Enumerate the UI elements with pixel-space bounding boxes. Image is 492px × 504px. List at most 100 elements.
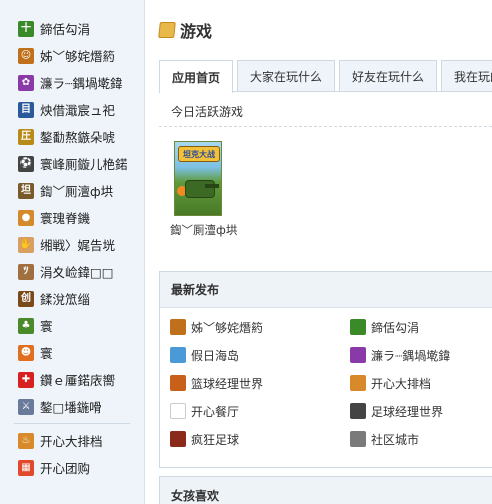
latest-game-item[interactable]: 开心餐厅 xyxy=(170,402,350,420)
crazy-soccer-icon xyxy=(170,431,186,447)
green-sprout-icon xyxy=(350,319,366,335)
latest-game-item[interactable]: 疯狂足球 xyxy=(170,430,350,448)
sidebar-item-label: 炴借濈宸ュ祀 xyxy=(40,103,116,118)
latest-game-label: 姊﹀够姹熸箹 xyxy=(191,320,264,335)
latest-game-item[interactable]: 篮球经理世界 xyxy=(170,374,350,392)
girls-like-panel: 女孩喜欢 xyxy=(159,476,492,504)
game-box-icon xyxy=(158,22,176,38)
sidebar: 十鍗佸勾涓 ☺ 姊﹀够姹熸箹 ✿ 濂ラ┈鍝堝墘鍏目炴借濈宸ュ祀圧鏊勫熬鏃朵唬 ⚽ 寰峰厠鏇儿… xyxy=(0,0,145,504)
sidebar-item-label: 寰 xyxy=(40,319,53,334)
green-sprout-icon: 十 xyxy=(18,20,34,37)
page-header: 游戏 xyxy=(158,18,213,42)
cat-icon: ﾂ xyxy=(18,263,34,280)
latest-game-label: 足球经理世界 xyxy=(371,404,444,419)
tab-my-games[interactable]: 我在玩的 xyxy=(441,60,492,91)
latest-game-label: 鍗佸勾涓 xyxy=(371,320,420,335)
latest-game-item[interactable]: 假日海岛 xyxy=(170,346,350,364)
seedling-icon: ♣ xyxy=(18,317,34,334)
sidebar-item[interactable]: 十鍗佸勾涓 xyxy=(0,15,144,42)
page-title: 游戏 xyxy=(180,22,213,41)
basketball-icon xyxy=(170,375,186,391)
latest-game-label: 社区城市 xyxy=(371,432,420,447)
latest-game-label: 篮球经理世界 xyxy=(191,376,264,391)
game-caption[interactable]: 鍧﹀厠澶ф垬 xyxy=(170,222,254,238)
latest-game-label: 疯狂足球 xyxy=(191,432,240,447)
sidebar-item-label: 开心大排档 xyxy=(40,434,103,449)
sidebar-item[interactable]: ✋ 缃戦〉娓告垙 xyxy=(0,231,144,258)
yellow-badge-icon: 圧 xyxy=(18,128,34,145)
sidebar-item[interactable]: 目炴借濈宸ュ祀 xyxy=(0,96,144,123)
cute-face-icon: ☻ xyxy=(18,344,34,361)
featured-game[interactable]: 坦克大战 鍧﹀厠澶ф垬 xyxy=(170,141,254,238)
hand-icon: ✋ xyxy=(18,236,34,253)
island-icon xyxy=(170,347,186,363)
group-buy-icon: ▦ xyxy=(18,459,34,476)
restaurant-icon xyxy=(170,403,186,419)
purple-flower-icon xyxy=(350,347,366,363)
sidebar-item[interactable]: 圧鏊勫熬鏃朵唬 xyxy=(0,123,144,150)
blue-book-icon: 目 xyxy=(18,101,34,118)
sidebar-item[interactable]: ▦ 开心团购 xyxy=(0,454,144,481)
sidebar-item-label: 鍧﹀厠澶ф垬 xyxy=(40,184,114,199)
sidebar-item-label: 开心团购 xyxy=(40,461,91,476)
latest-releases-heading: 最新发布 xyxy=(160,272,492,308)
sidebar-item-label: 寰 xyxy=(40,346,53,361)
latest-game-item[interactable]: 足球经理世界 xyxy=(350,402,490,420)
soccer-ball-icon xyxy=(350,403,366,419)
tab-everyone-playing[interactable]: 大家在玩什么 xyxy=(237,60,336,91)
girls-like-heading: 女孩喜欢 xyxy=(171,488,220,503)
game-character-icon xyxy=(170,319,186,335)
sidebar-item[interactable]: ⚔ 鏊□墦鍦嗗 xyxy=(0,393,144,420)
latest-releases-panel: 最新发布 姊﹀够姹熸箹 鍗佸勾涓假日海岛 濂ラ┈鍝堝墘鍏篮球经理世界 开心大排档 开心餐… xyxy=(159,271,492,468)
tank-barrel-graphic xyxy=(205,184,219,188)
purple-flower-icon: ✿ xyxy=(18,74,34,91)
divider xyxy=(159,126,492,127)
latest-game-item[interactable]: 鍗佸勾涓 xyxy=(350,318,490,336)
latest-game-item[interactable]: 开心大排档 xyxy=(350,374,490,392)
main-content: 游戏 应用首页 大家在玩什么 好友在玩什么 我在玩的 今日活跃游戏 坦克大战 鍧… xyxy=(145,0,492,504)
sidebar-item-label: 鍒涗笟缁 xyxy=(40,292,91,307)
sidebar-item-label: 濂ラ┈鍝堝墘鍏 xyxy=(40,76,123,91)
sidebar-item[interactable]: 坦鍧﹀厠澶ф垬 xyxy=(0,177,144,204)
sidebar-item-label: 涓夊崄鍏□□ xyxy=(40,265,114,280)
sidebar-item-label: 鏊□墦鍦嗗 xyxy=(40,400,102,415)
sidebar-item[interactable]: ﾂ 涓夊崄鍏□□ xyxy=(0,258,144,285)
tab-friends-playing[interactable]: 好友在玩什么 xyxy=(339,60,438,91)
sidebar-item[interactable]: ☺ 姊﹀够姹熸箹 xyxy=(0,42,144,69)
create-icon: 创 xyxy=(18,290,34,307)
sidebar-list: 十鍗佸勾涓 ☺ 姊﹀够姹熸箹 ✿ 濂ラ┈鍝堝墘鍏目炴借濈宸ュ祀圧鏊勫熬鏃朵唬 ⚽ 寰峰厠鏇儿… xyxy=(0,15,144,481)
swords-icon: ⚔ xyxy=(18,398,34,415)
sidebar-item-label: 姊﹀够姹熸箹 xyxy=(40,49,116,64)
sidebar-item[interactable]: ⚽ 寰峰厠鏇儿栬鍩 xyxy=(0,150,144,177)
red-cross-icon: ✚ xyxy=(18,371,34,388)
sidebar-item[interactable]: ✿ 濂ラ┈鍝堝墘鍏 xyxy=(0,69,144,96)
sidebar-item-label: 寰瑰脊鐖 xyxy=(40,211,91,226)
sidebar-item-label: 鏊勫熬鏃朵唬 xyxy=(40,130,116,145)
sidebar-item[interactable]: ☻ 寰 xyxy=(0,339,144,366)
latest-game-item[interactable]: 濂ラ┈鍝堝墘鍏 xyxy=(350,346,490,364)
tab-app-home[interactable]: 应用首页 xyxy=(159,60,234,93)
sidebar-item[interactable]: ♨ 开心大排档 xyxy=(0,427,144,454)
city-icon xyxy=(350,431,366,447)
bubble-icon: ● xyxy=(18,209,34,226)
soccer-ball-icon: ⚽ xyxy=(18,155,34,172)
sidebar-item[interactable]: 创鍒涗笟缁 xyxy=(0,285,144,312)
sidebar-item[interactable]: ♣ 寰 xyxy=(0,312,144,339)
tab-bar: 应用首页 大家在玩什么 好友在玩什么 我在玩的 xyxy=(159,60,492,93)
sidebar-item[interactable]: ● 寰瑰脊鐖 xyxy=(0,204,144,231)
happy-food-stall-icon: ♨ xyxy=(18,432,34,449)
game-thumbnail[interactable]: 坦克大战 xyxy=(174,141,222,216)
latest-game-item[interactable]: 姊﹀够姹熸箹 xyxy=(170,318,350,336)
sidebar-item-label: 缃戦〉娓告垙 xyxy=(40,238,116,253)
sidebar-divider xyxy=(14,423,130,424)
game-logo: 坦克大战 xyxy=(178,146,220,162)
sidebar-item-label: 寰峰厠鏇儿栬鍩 xyxy=(40,157,128,172)
tank-game-icon: 坦 xyxy=(18,182,34,199)
latest-game-item[interactable]: 社区城市 xyxy=(350,430,490,448)
latest-releases-grid: 姊﹀够姹熸箹 鍗佸勾涓假日海岛 濂ラ┈鍝堝墘鍏篮球经理世界 开心大排档 开心餐厅 足球经理… xyxy=(170,318,490,448)
sidebar-item[interactable]: ✚ 鑽ｅ厜鍩庡嚮 xyxy=(0,366,144,393)
sidebar-item-label: 鑽ｅ厜鍩庡嚮 xyxy=(40,373,116,388)
latest-game-label: 濂ラ┈鍝堝墘鍏 xyxy=(371,348,451,363)
tank-graphic xyxy=(185,180,215,198)
today-active-heading: 今日活跃游戏 xyxy=(171,105,244,119)
